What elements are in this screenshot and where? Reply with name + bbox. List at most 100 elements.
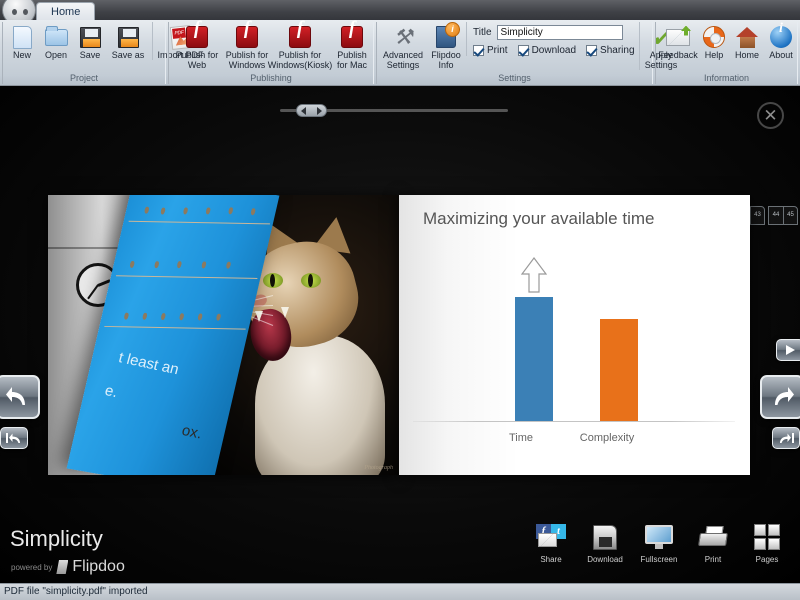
download-label: Download (587, 555, 623, 564)
pages-grid-icon (754, 522, 780, 552)
save-as-button[interactable]: Save as (107, 22, 149, 60)
advanced-settings-label: Advanced Settings (383, 50, 423, 70)
feedback-button[interactable]: Feedback (658, 22, 698, 60)
open-label: Open (45, 50, 67, 60)
chart-title: Maximizing your available time (423, 209, 654, 229)
powered-by: powered by Flipdoo (11, 558, 125, 576)
checkbox-download-box[interactable] (518, 45, 529, 56)
title-input[interactable] (497, 25, 623, 40)
checkbox-download[interactable]: Download (518, 45, 576, 56)
share-button[interactable]: ft Share (528, 522, 574, 564)
ribbon-group-project: New Open Save Save as (2, 22, 166, 84)
page-left[interactable]: Photograph t least an e. (48, 195, 399, 475)
checkbox-print[interactable]: Print (473, 45, 508, 56)
home-button[interactable]: Home (730, 22, 764, 60)
flipdoo-info-button[interactable]: Flipdoo Info (426, 22, 466, 70)
printer-icon (699, 522, 727, 552)
tab-home[interactable]: Home (36, 2, 95, 20)
tools-icon: ⚒ (394, 24, 413, 50)
checkbox-sharing-label: Sharing (600, 45, 634, 56)
thumbnail-page-number: 44 (769, 207, 783, 224)
book-info-icon (436, 24, 456, 50)
publish-for-windows-kiosk-label: Publish for Windows(Kiosk) (268, 50, 333, 70)
next-page-button[interactable] (760, 375, 800, 419)
print-label: Print (705, 555, 721, 564)
flipdoo-logo-icon (56, 560, 68, 574)
flash-icon (186, 24, 208, 50)
help-button[interactable]: Help (698, 22, 730, 60)
back-curved-arrow-icon (5, 384, 31, 410)
checkbox-sharing[interactable]: Sharing (586, 45, 634, 56)
flipbook-viewer: ✕ 12345678910111213141516171819202122232… (0, 86, 800, 583)
new-label: New (13, 50, 31, 60)
auto-flip-button[interactable] (776, 339, 800, 361)
page-thumbnail[interactable]: 4445 (768, 206, 798, 225)
turning-page-text-2: e. (103, 382, 120, 401)
fullscreen-label: Fullscreen (641, 555, 678, 564)
photo-signature: Photograph (364, 465, 393, 471)
checkbox-download-label: Download (532, 45, 576, 56)
previous-page-button[interactable] (0, 375, 40, 419)
thumbnail-page-number: 43 (750, 207, 764, 224)
close-icon[interactable]: ✕ (757, 102, 784, 129)
chart-label-time: Time (489, 432, 553, 444)
print-button[interactable]: Print (690, 522, 736, 564)
fullscreen-button[interactable]: Fullscreen (636, 522, 682, 564)
ribbon-group-publishing: Publish for Web Publish for Windows Publ… (168, 22, 374, 84)
home-icon (736, 24, 759, 50)
group-title-settings: Settings (377, 73, 652, 83)
about-label: About (769, 50, 793, 60)
group-title-project: Project (3, 73, 165, 83)
thumbnail-page-number: 45 (783, 207, 797, 224)
share-social-icon: ft (536, 522, 566, 552)
chart-plot-area (413, 255, 735, 422)
new-button[interactable]: New (5, 22, 39, 60)
pages-button[interactable]: Pages (744, 522, 790, 564)
download-icon (593, 522, 617, 552)
open-button[interactable]: Open (39, 22, 73, 60)
book-title: Simplicity (10, 526, 103, 552)
home-label: Home (735, 50, 759, 60)
checkbox-sharing-box[interactable] (586, 45, 597, 56)
save-button[interactable]: Save (73, 22, 107, 60)
page-right[interactable]: Maximizing your available time Time Comp… (399, 195, 750, 475)
publish-for-web-label: Publish for Web (175, 50, 219, 70)
settings-fields: Title Print Download (466, 22, 635, 56)
help-label: Help (705, 50, 724, 60)
powered-by-label: powered by (11, 563, 52, 572)
slider-handle[interactable] (296, 104, 327, 117)
turning-page-text-1: t least an (117, 349, 181, 378)
turning-page-text-3: ox. (180, 422, 204, 443)
publish-for-windows-button[interactable]: Publish for Windows (222, 22, 272, 70)
checkbox-print-label: Print (487, 45, 508, 56)
chart-label-complexity: Complexity (565, 432, 649, 444)
ribbon-group-information: Feedback Help Home About (655, 22, 798, 84)
download-button[interactable]: Download (582, 522, 628, 564)
up-arrow-annotation (521, 257, 547, 293)
first-page-icon (5, 431, 23, 445)
forward-curved-arrow-icon (769, 384, 795, 410)
publish-for-web-button[interactable]: Publish for Web (172, 22, 222, 70)
advanced-settings-button[interactable]: ⚒ Advanced Settings (380, 22, 426, 70)
save-as-floppy-icon (118, 24, 139, 50)
publish-for-mac-button[interactable]: Publish for Mac (328, 22, 376, 70)
title-row: Title (473, 25, 635, 40)
orb-eye-right (23, 9, 28, 15)
new-document-icon (13, 24, 32, 50)
ribbon: Home New Open Save (0, 0, 800, 86)
title-bar (0, 0, 800, 20)
flipdoo-name: Flipdoo (72, 558, 124, 576)
about-button[interactable]: About (764, 22, 798, 60)
chart-bar-complexity (600, 319, 638, 422)
zoom-slider[interactable] (280, 104, 508, 117)
viewer-toolbar: ft Share Download Fullscreen Print (528, 522, 790, 564)
first-page-button[interactable] (0, 427, 28, 449)
publish-for-windows-kiosk-button[interactable]: Publish for Windows(Kiosk) (272, 22, 328, 70)
feedback-icon (666, 24, 690, 50)
ribbon-group-settings: ⚒ Advanced Settings Flipdoo Info Title (376, 22, 653, 84)
checkbox-print-box[interactable] (473, 45, 484, 56)
lifering-help-icon (703, 24, 725, 50)
last-page-button[interactable] (772, 427, 800, 449)
save-floppy-icon (80, 24, 101, 50)
group-title-information: Information (656, 73, 797, 83)
